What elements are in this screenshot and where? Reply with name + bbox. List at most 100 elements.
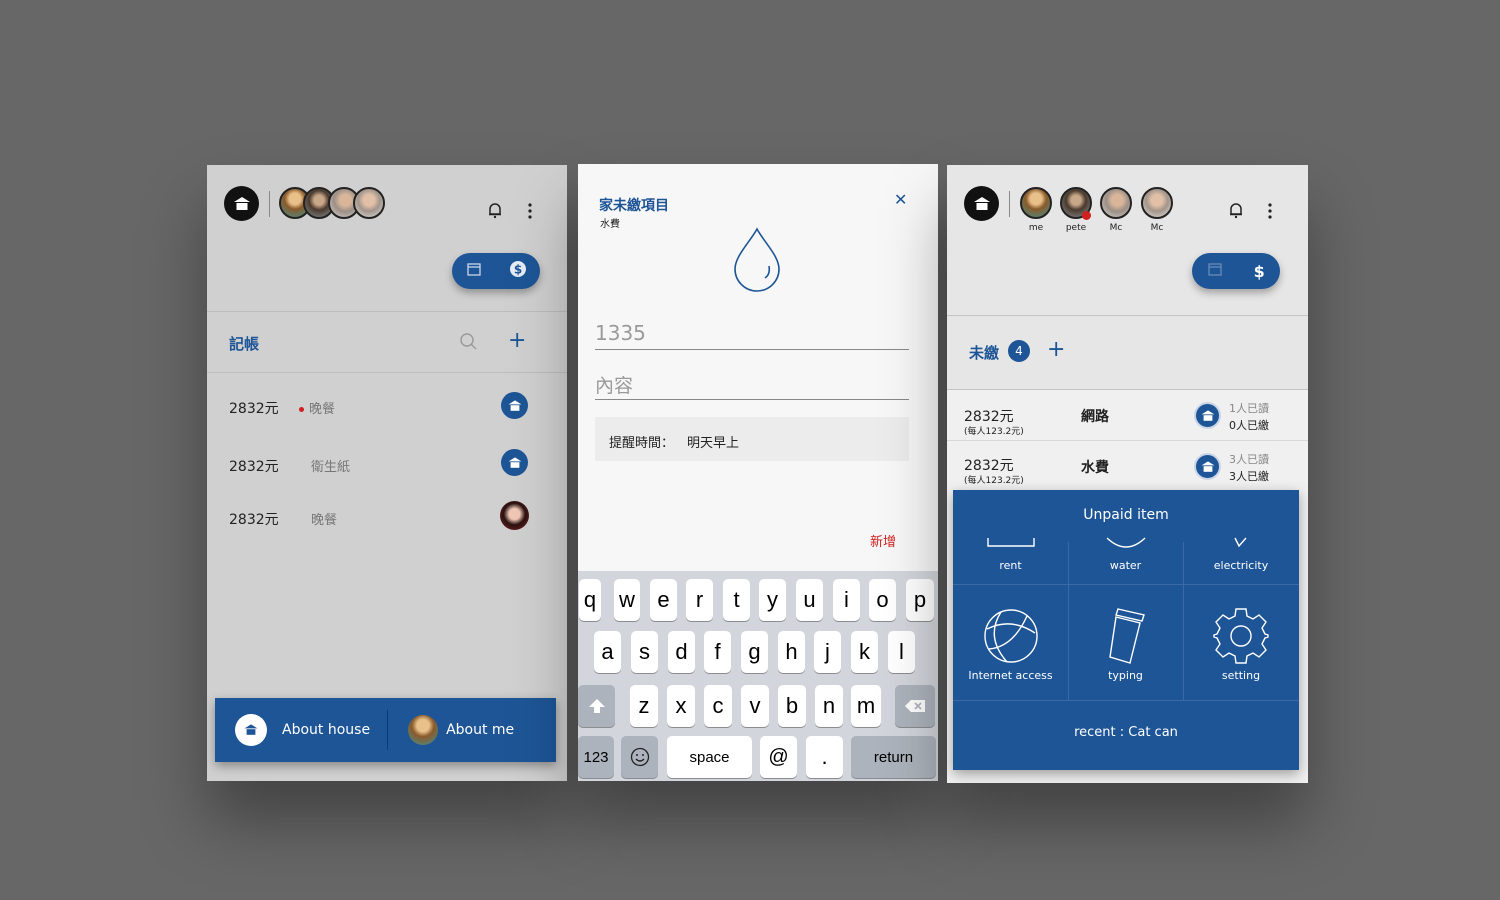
- svg-text:$: $: [513, 263, 521, 277]
- key[interactable]: w: [614, 579, 640, 621]
- reminder-value[interactable]: 明天早上: [687, 432, 739, 451]
- about-house-button[interactable]: About house: [235, 714, 370, 746]
- key[interactable]: k: [851, 631, 878, 673]
- member-avatar[interactable]: [1141, 187, 1173, 219]
- recent-item[interactable]: recent : Cat can: [953, 725, 1299, 740]
- dollar-icon[interactable]: $: [509, 260, 527, 282]
- space-key[interactable]: space: [667, 736, 752, 778]
- header-divider: [1009, 191, 1010, 217]
- row-per-person: (每人123.2元): [964, 427, 1024, 437]
- key[interactable]: r: [686, 579, 713, 621]
- water-drop-icon: [732, 226, 782, 298]
- backspace-icon: [905, 700, 925, 712]
- key[interactable]: d: [668, 631, 695, 673]
- popup-title: Unpaid item: [1083, 507, 1169, 523]
- amount-input[interactable]: 1335: [595, 321, 646, 345]
- avatar: [408, 715, 439, 745]
- more-menu-icon[interactable]: [1267, 202, 1273, 224]
- key[interactable]: g: [741, 631, 768, 673]
- at-key[interactable]: @: [760, 736, 797, 778]
- header-divider: [269, 191, 270, 217]
- dollar-icon[interactable]: $: [1254, 262, 1265, 281]
- close-icon[interactable]: ✕: [894, 190, 907, 209]
- key[interactable]: c: [704, 685, 732, 727]
- key[interactable]: f: [704, 631, 731, 673]
- shift-key[interactable]: [578, 685, 615, 727]
- key[interactable]: x: [667, 685, 695, 727]
- cup-icon: [1108, 608, 1145, 664]
- member-avatar[interactable]: [1100, 187, 1132, 219]
- key[interactable]: q: [579, 579, 601, 621]
- key[interactable]: m: [851, 685, 881, 727]
- house-icon: [1194, 402, 1221, 429]
- add-icon[interactable]: +: [1047, 337, 1065, 362]
- reminder-label: 提醒時間：: [609, 436, 675, 451]
- internet-access-option[interactable]: Internet access: [953, 607, 1068, 682]
- key[interactable]: h: [778, 631, 805, 673]
- key[interactable]: l: [888, 631, 915, 673]
- key[interactable]: s: [631, 631, 658, 673]
- row-name[interactable]: 網路: [1081, 406, 1109, 426]
- typing-option[interactable]: typing: [1068, 607, 1183, 682]
- bar-divider: [387, 710, 389, 750]
- about-me-button[interactable]: About me: [408, 715, 514, 745]
- key[interactable]: n: [815, 685, 843, 727]
- key[interactable]: t: [723, 579, 750, 621]
- backspace-key[interactable]: [895, 685, 935, 727]
- emoji-icon: [630, 747, 649, 767]
- internet-access-label: Internet access: [968, 669, 1053, 682]
- screen-add-item: 家未繳項目 水費 ✕ 1335 內容 提醒時間： 明天早上 新增 q w e r…: [578, 164, 938, 781]
- shift-icon: [588, 699, 605, 713]
- view-toggle[interactable]: $: [452, 253, 540, 289]
- read-count: 1人已讀: [1229, 402, 1269, 415]
- water-option[interactable]: water: [1068, 536, 1183, 572]
- row-name[interactable]: 水費: [1081, 457, 1109, 477]
- member-avatar[interactable]: [1020, 187, 1052, 219]
- electricity-option[interactable]: electricity: [1183, 536, 1299, 572]
- row-amount: 2832元: [964, 409, 1014, 425]
- add-button[interactable]: 新增: [870, 531, 896, 550]
- key[interactable]: j: [814, 631, 841, 673]
- row-note[interactable]: 衛生紙: [311, 456, 350, 475]
- key[interactable]: p: [906, 579, 934, 621]
- divider: [207, 311, 567, 312]
- row-note[interactable]: 晚餐: [299, 398, 335, 417]
- key[interactable]: u: [796, 579, 823, 621]
- content-input[interactable]: 內容: [595, 371, 633, 398]
- bell-icon[interactable]: [1227, 201, 1245, 223]
- rent-option[interactable]: rent: [953, 536, 1068, 572]
- row-amount: 2832元: [964, 458, 1014, 474]
- house-logo-icon[interactable]: [224, 186, 259, 221]
- calendar-icon[interactable]: [466, 261, 482, 281]
- paid-count: 3人已繳: [1229, 470, 1269, 483]
- key[interactable]: e: [650, 579, 677, 621]
- view-toggle[interactable]: $: [1192, 253, 1280, 289]
- member-avatar[interactable]: [353, 187, 385, 219]
- key[interactable]: y: [759, 579, 786, 621]
- house-logo-icon[interactable]: [964, 186, 999, 221]
- setting-option[interactable]: setting: [1183, 607, 1299, 682]
- add-icon[interactable]: +: [508, 328, 526, 353]
- key[interactable]: v: [741, 685, 769, 727]
- key[interactable]: a: [594, 631, 621, 673]
- return-key[interactable]: return: [851, 736, 936, 778]
- key[interactable]: z: [630, 685, 658, 727]
- keyboard: q w e r t y u i o p a s d f g h j k l z …: [578, 571, 938, 781]
- emoji-key[interactable]: [621, 736, 658, 778]
- member-name: Mc: [1109, 223, 1123, 233]
- search-icon[interactable]: [459, 332, 479, 356]
- key[interactable]: o: [869, 579, 896, 621]
- grid-line: [953, 700, 1299, 701]
- key[interactable]: i: [833, 579, 860, 621]
- numbers-key[interactable]: 123: [578, 736, 614, 778]
- divider: [947, 440, 1308, 441]
- row-note[interactable]: 晚餐: [311, 509, 337, 528]
- bell-icon[interactable]: [486, 201, 504, 223]
- key[interactable]: b: [778, 685, 806, 727]
- more-menu-icon[interactable]: [527, 202, 533, 224]
- unpaid-item-popup: Unpaid item rent water electricity Inter…: [953, 490, 1299, 770]
- dot-key[interactable]: .: [806, 736, 843, 778]
- bottom-nav-bar: About house About me: [215, 698, 556, 762]
- calendar-icon[interactable]: [1207, 261, 1223, 281]
- electricity-icon: [1234, 537, 1247, 548]
